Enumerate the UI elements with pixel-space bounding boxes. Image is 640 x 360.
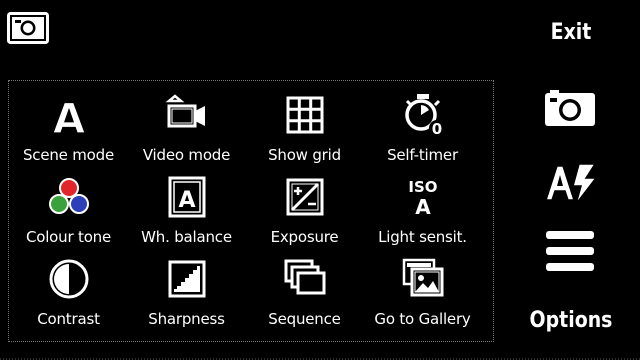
contrast-icon: [49, 259, 88, 299]
svg-text:A: A: [178, 188, 195, 213]
camera-icon[interactable]: [7, 12, 49, 44]
self-timer-label: Self-timer: [387, 146, 458, 164]
exit-button[interactable]: Exit: [537, 20, 604, 45]
camera-settings-panel: A Scene mode Video mode Show grid 0 Self…: [8, 80, 494, 342]
svg-text:A: A: [52, 94, 85, 137]
scene-mode-item[interactable]: A Scene mode: [11, 87, 126, 169]
go-to-gallery-item[interactable]: Go to Gallery: [365, 251, 480, 333]
menu-icon[interactable]: [546, 229, 596, 273]
exposure-icon: [286, 178, 323, 216]
exposure-label: Exposure: [270, 228, 339, 246]
self-timer-item[interactable]: 0 Self-timer: [365, 87, 480, 169]
svg-text:ISO: ISO: [408, 178, 437, 196]
iso-icon: ISO A: [408, 178, 437, 219]
sharpness-icon: [168, 260, 205, 298]
video-camera-icon: [165, 94, 205, 128]
options-button[interactable]: Options: [525, 308, 616, 333]
sharpness-item[interactable]: Sharpness: [129, 251, 244, 333]
sharpness-label: Sharpness: [148, 310, 225, 328]
grid-icon: [286, 96, 323, 134]
light-sensitivity-label: Light sensit.: [378, 228, 467, 246]
white-balance-item[interactable]: A Wh. balance: [129, 169, 244, 251]
go-to-gallery-label: Go to Gallery: [374, 310, 471, 328]
svg-text:0: 0: [431, 120, 441, 137]
colour-tone-icon: [48, 178, 89, 214]
white-balance-icon: A: [168, 176, 205, 218]
sequence-label: Sequence: [268, 310, 341, 328]
light-sensitivity-item[interactable]: ISO A Light sensit.: [365, 169, 480, 251]
camera-icon[interactable]: [544, 89, 596, 127]
colour-tone-item[interactable]: Colour tone: [11, 169, 126, 251]
scene-mode-icon: A: [52, 93, 86, 137]
scene-mode-label: Scene mode: [22, 146, 115, 164]
flash-auto-icon[interactable]: [543, 160, 599, 206]
gallery-icon: [402, 258, 443, 297]
svg-text:A: A: [415, 195, 431, 219]
show-grid-label: Show grid: [268, 146, 341, 164]
contrast-item[interactable]: Contrast: [11, 251, 126, 333]
exposure-item[interactable]: Exposure: [247, 169, 362, 251]
contrast-label: Contrast: [37, 310, 100, 328]
colour-tone-label: Colour tone: [25, 228, 112, 246]
self-timer-icon: 0: [404, 94, 445, 137]
sequence-item[interactable]: Sequence: [247, 251, 362, 333]
show-grid-item[interactable]: Show grid: [247, 87, 362, 169]
video-mode-label: Video mode: [142, 146, 231, 164]
video-mode-item[interactable]: Video mode: [129, 87, 244, 169]
white-balance-label: Wh. balance: [141, 228, 232, 246]
sequence-icon: [284, 259, 325, 295]
